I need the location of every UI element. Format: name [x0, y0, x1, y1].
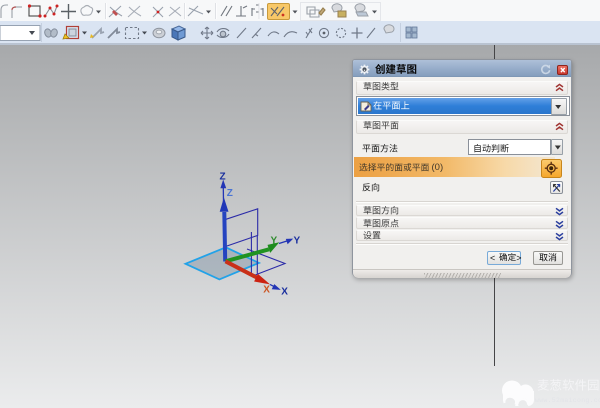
svg-text:Z: Z: [220, 172, 226, 183]
svg-text:Z: Z: [227, 188, 233, 199]
svg-text:Y: Y: [294, 236, 301, 247]
svg-text:Y: Y: [271, 235, 278, 246]
svg-text:X: X: [263, 285, 270, 296]
svg-text:X: X: [281, 287, 288, 298]
